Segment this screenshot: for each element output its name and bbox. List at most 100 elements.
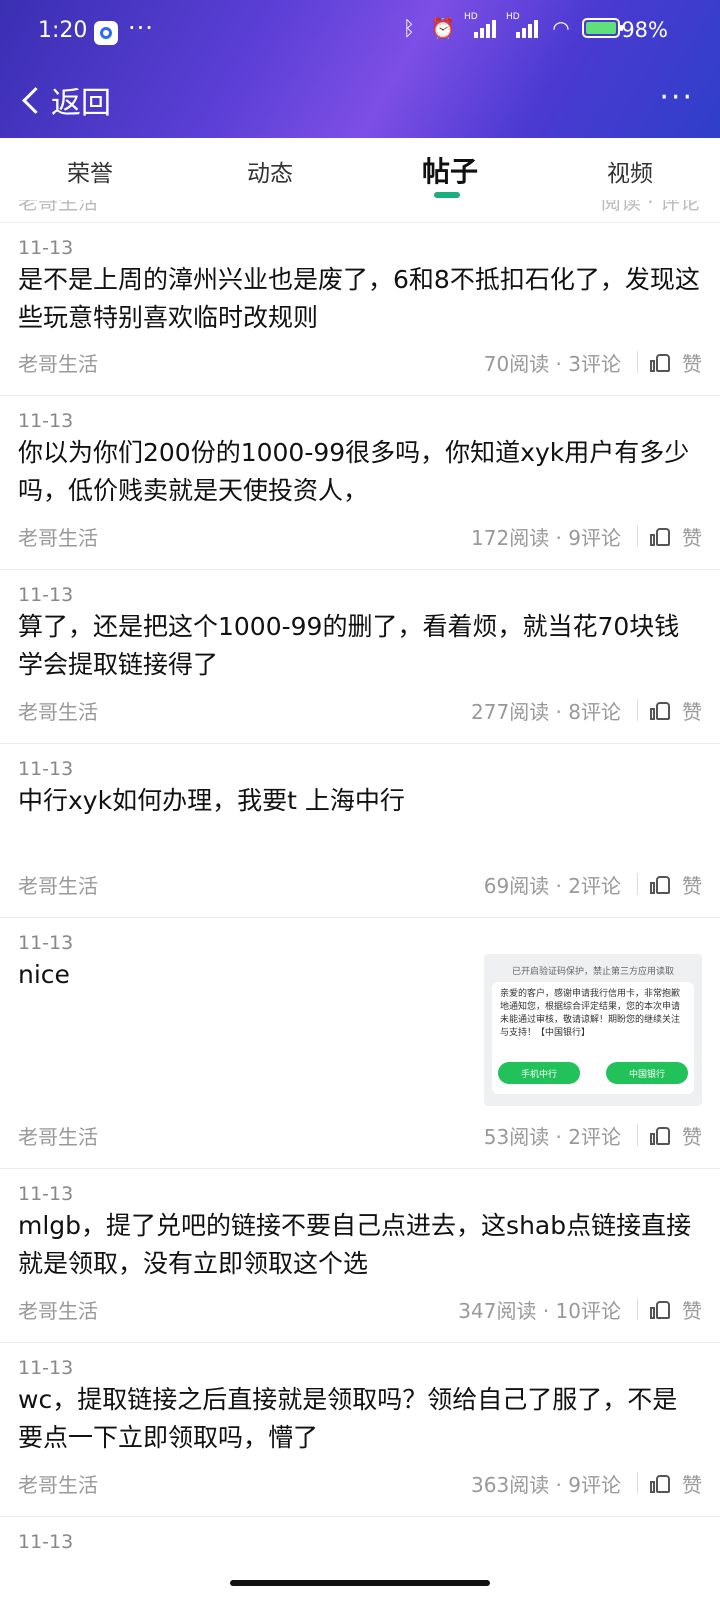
sms-buttons: 手机中行 中国银行 [498,1062,688,1084]
status-icons: ᛒ ⏰ HD HD ◠ [396,12,623,40]
post-footer: 老哥生活 277阅读 · 8评论 赞 [18,695,702,725]
thumbs-up-icon[interactable] [650,1473,672,1493]
like-button[interactable]: 赞 [682,348,702,377]
thumbs-up-icon[interactable] [650,1125,672,1145]
signal-2-icon: HD [506,12,540,40]
thumbs-up-icon[interactable] [650,700,672,720]
post-stats: 阅读 · 评论 [600,200,700,214]
post-stats: 363阅读 · 9评论 [471,1472,621,1497]
back-label: 返回 [51,86,111,121]
post-footer: 老哥生活 363阅读 · 9评论 赞 [18,1468,702,1498]
post-author: 老哥生活 [18,200,98,214]
bluetooth-icon: ᛒ [403,16,415,40]
post-date: 11-13 [18,932,74,954]
thumbs-up-icon[interactable] [650,352,672,372]
thumbs-up-icon[interactable] [650,526,672,546]
post-stats: 347阅读 · 10评论 [458,1298,621,1323]
image-button-mobile-boc: 手机中行 [498,1062,580,1084]
list-item[interactable]: 11-13 是不是上周的漳州兴业也是废了，6和8不抵扣石化了，发现这些玩意特别喜… [0,223,720,396]
tab-label: 帖子 [421,155,478,188]
post-date: 11-13 [18,1183,74,1205]
post-footer: 老哥生活 70阅读 · 3评论 赞 [18,347,702,377]
back-button[interactable]: 返回 [18,78,111,122]
post-date: 11-13 [18,584,74,606]
post-image[interactable]: 已开启验证码保护，禁止第三方应用读取 亲爱的客户，感谢申请我行信用卡，非常抱歉地… [484,954,702,1106]
divider [637,1298,638,1320]
status-bar: 1:20 ··· ᛒ ⏰ HD HD ◠ 98% [0,0,720,64]
divider [637,525,638,547]
post-date: 11-13 [18,758,74,780]
hd-label: HD [506,12,520,22]
post-text: mlgb，提了兑吧的链接不要自己点进去，这shab点链接直接就是领取，没有立即领… [18,1211,692,1278]
thumbs-up-icon[interactable] [650,1299,672,1319]
post-stats: 53阅读 · 2评论 [483,1124,621,1149]
post-date: 11-13 [18,1531,74,1553]
post-text: 是不是上周的漳州兴业也是废了，6和8不抵扣石化了，发现这些玩意特别喜欢临时改规则 [18,265,700,332]
post-author[interactable]: 老哥生活 [18,1469,471,1498]
post-text: 你以为你们200份的1000-99很多吗，你知道xyk用户有多少吗，低价贱卖就是… [18,438,690,505]
partial-post-footer: 老哥生活 阅读 · 评论 [0,200,720,223]
like-button[interactable]: 赞 [682,870,702,899]
like-button[interactable]: 赞 [682,696,702,725]
tab-bar: 荣誉 动态 帖子 视频 [0,138,720,200]
like-button[interactable]: 赞 [682,1121,702,1150]
list-item[interactable]: 11-13 nice 已开启验证码保护，禁止第三方应用读取 亲爱的客户，感谢申请… [0,918,720,1169]
like-button[interactable]: 赞 [682,522,702,551]
post-text: 中行xyk如何办理，我要t 上海中行 [18,786,405,815]
divider [637,873,638,895]
hd-label: HD [464,12,478,22]
like-button[interactable]: 赞 [682,1295,702,1324]
like-button[interactable]: 赞 [682,1469,702,1498]
divider [637,1472,638,1494]
post-text: 算了，还是把这个1000-99的删了，看着烦，就当花70块钱学会提取链接得了 [18,612,680,679]
post-author[interactable]: 老哥生活 [18,522,471,551]
post-author[interactable]: 老哥生活 [18,348,484,377]
post-date: 11-13 [18,410,74,432]
battery-percent: 98% [621,18,668,42]
list-item[interactable]: 11-13 mlgb，提了兑吧的链接不要自己点进去，这shab点链接直接就是领取… [0,1169,720,1343]
post-stats: 172阅读 · 9评论 [471,525,621,550]
list-item[interactable]: 11-13 算了，还是把这个1000-99的删了，看着烦，就当花70块钱学会提取… [0,570,720,744]
list-item[interactable]: 11-13 你以为你们200份的1000-99很多吗，你知道xyk用户有多少吗，… [0,396,720,570]
tab-honors[interactable]: 荣誉 [0,138,180,200]
tab-videos[interactable]: 视频 [540,138,720,200]
post-footer: 老哥生活 347阅读 · 10评论 赞 [18,1294,702,1324]
post-author[interactable]: 老哥生活 [18,696,471,725]
image-button-boc: 中国银行 [606,1062,688,1084]
post-author[interactable]: 老哥生活 [18,870,484,899]
divider [637,1124,638,1146]
tab-label: 视频 [607,161,653,187]
tab-activity[interactable]: 动态 [180,138,360,200]
home-indicator[interactable] [230,1580,490,1586]
battery-icon [582,18,623,38]
tab-label: 动态 [247,161,293,187]
list-item[interactable]: 11-13 [0,1517,720,1577]
nav-bar: 返回 ··· [0,64,720,138]
more-notifications-icon: ··· [128,14,154,42]
sms-card: 亲爱的客户，感谢申请我行信用卡，非常抱歉地通知您，根据综合评定结果，您的本次申请… [492,982,694,1094]
list-item[interactable]: 11-13 wc，提取链接之后直接就是领取吗？领给自己了服了，不是要点一下立即领… [0,1343,720,1517]
image-hint-text: 已开启验证码保护，禁止第三方应用读取 [511,967,674,977]
more-menu-button[interactable]: ··· [659,80,694,115]
signal-1-icon: HD [464,12,498,40]
post-author[interactable]: 老哥生活 [18,1295,458,1324]
post-author[interactable]: 老哥生活 [18,1121,484,1150]
post-text: wc，提取链接之后直接就是领取吗？领给自己了服了，不是要点一下立即领取吗，懵了 [18,1385,678,1452]
list-item[interactable]: 11-13 中行xyk如何办理，我要t 上海中行 老哥生活 69阅读 · 2评论… [0,744,720,918]
tab-posts[interactable]: 帖子 [360,138,540,200]
alarm-off-icon: ⏰ [430,16,456,40]
post-footer: 老哥生活 172阅读 · 9评论 赞 [18,521,702,551]
thumbs-up-icon[interactable] [650,874,672,894]
chevron-left-icon [22,86,49,114]
tab-label: 荣誉 [67,161,113,187]
post-stats: 277阅读 · 8评论 [471,699,621,724]
status-time: 1:20 [38,18,88,43]
active-tab-indicator [434,192,460,198]
wifi-icon: ◠ [552,16,570,40]
header: 1:20 ··· ᛒ ⏰ HD HD ◠ 98% 返回 ··· [0,0,720,138]
post-date: 11-13 [18,237,74,259]
post-list[interactable]: 老哥生活 阅读 · 评论 11-13 是不是上周的漳州兴业也是废了，6和8不抵扣… [0,200,720,1577]
divider [637,699,638,721]
post-stats: 70阅读 · 3评论 [483,351,621,376]
sms-message: 亲爱的客户，感谢申请我行信用卡，非常抱歉地通知您，根据综合评定结果，您的本次申请… [500,989,681,1038]
